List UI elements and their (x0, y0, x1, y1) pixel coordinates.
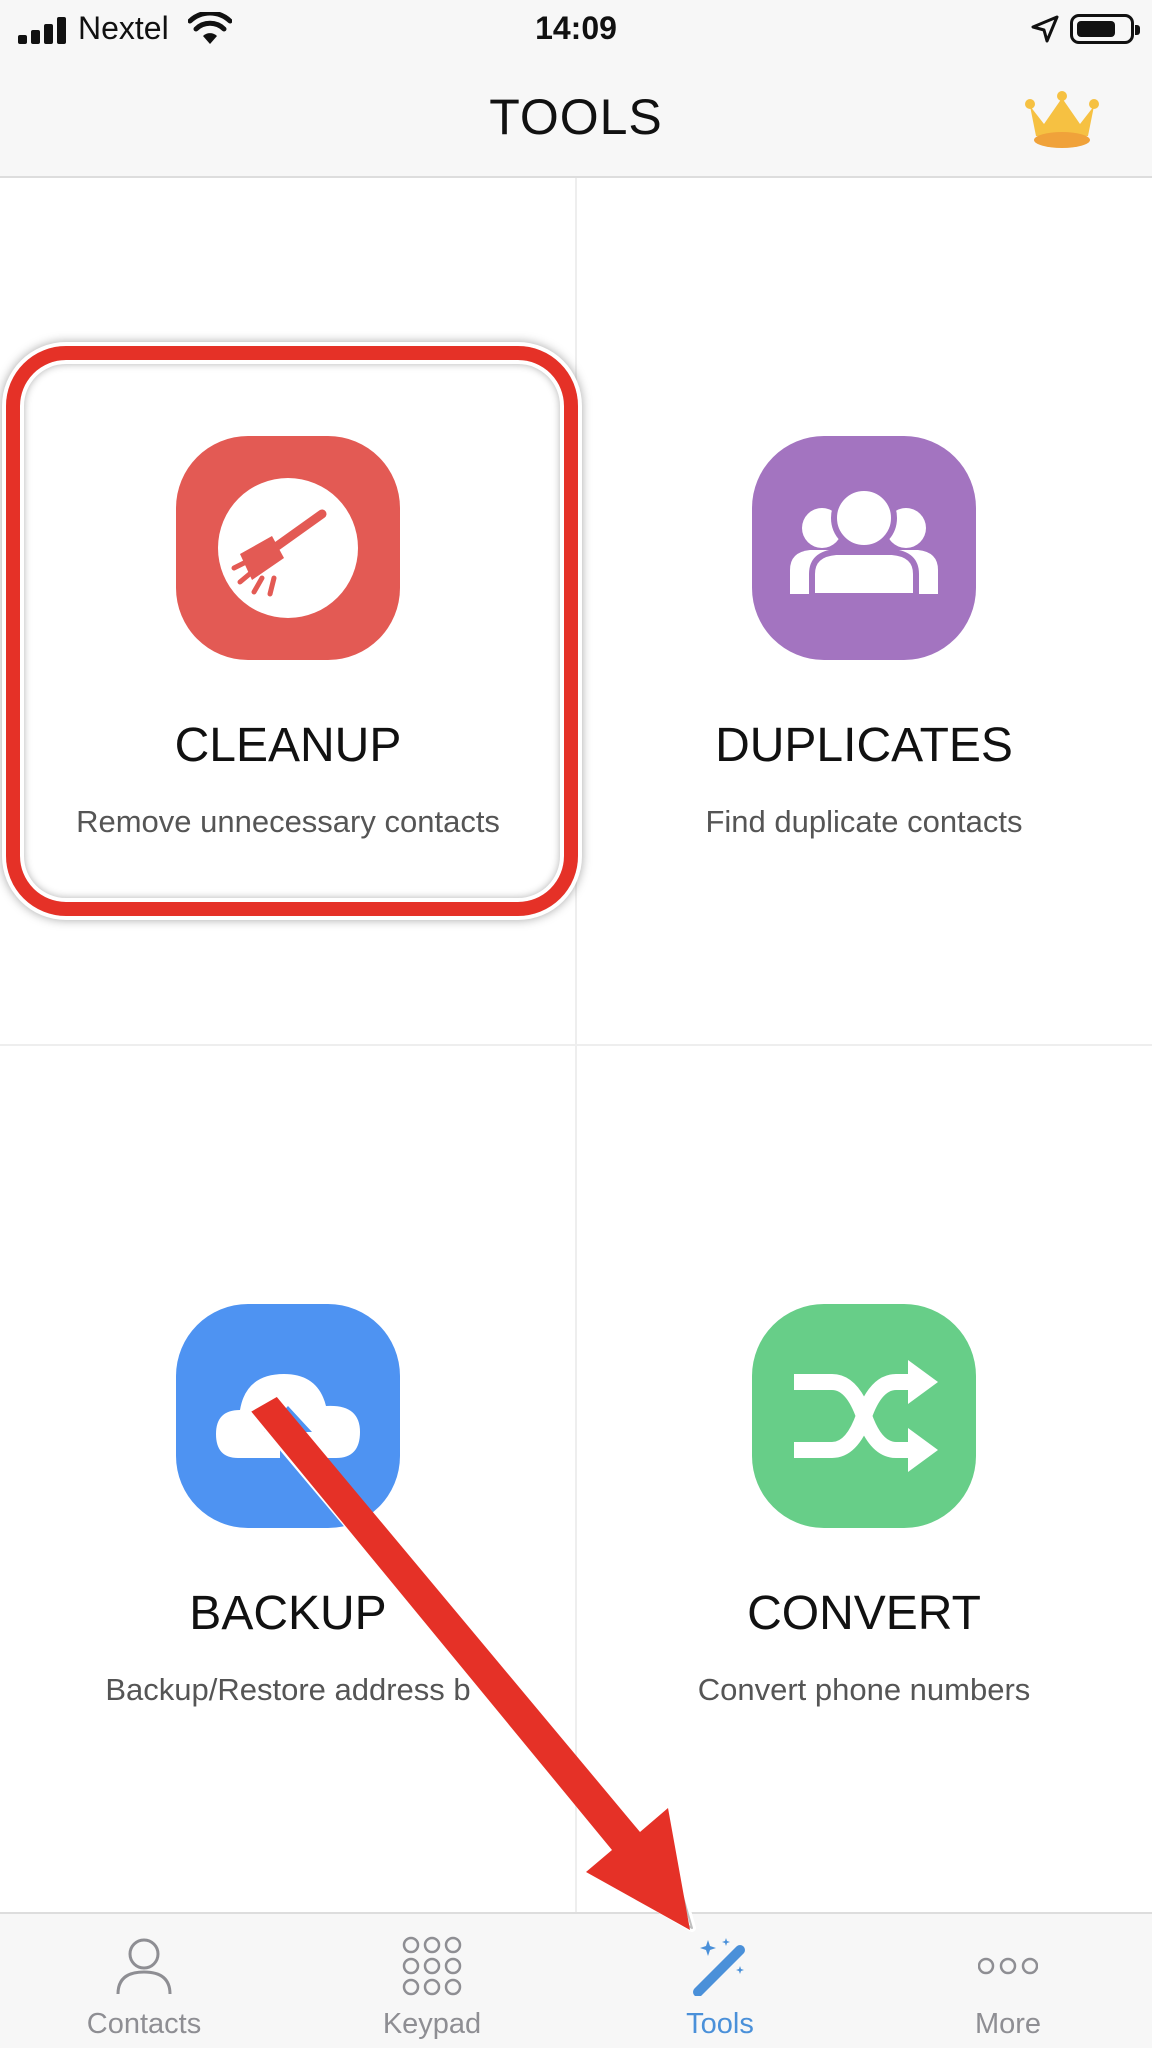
status-time: 14:09 (535, 10, 617, 46)
tab-label: Tools (686, 2008, 754, 2040)
tool-duplicates[interactable]: DUPLICATES Find duplicate contacts (576, 178, 1152, 1044)
tool-subtitle: Find duplicate contacts (705, 804, 1023, 839)
backup-icon-box (176, 1304, 400, 1528)
battery-icon (1070, 14, 1140, 44)
tab-bar: Contacts Keypad Tools More (0, 1912, 1152, 2048)
tab-label: Contacts (86, 2008, 202, 2040)
location-arrow-icon (1031, 15, 1059, 43)
convert-icon-box (752, 1304, 976, 1528)
magic-wand-icon (693, 1938, 745, 1996)
page-title: TOOLS (489, 89, 663, 145)
cleanup-highlight-annotation (6, 346, 578, 916)
tool-subtitle: Convert phone numbers (697, 1672, 1031, 1707)
tool-backup[interactable]: BACKUP Backup/Restore address b (0, 1046, 576, 1912)
tool-title: DUPLICATES (715, 719, 1013, 772)
tab-label: More (974, 2008, 1042, 2040)
people-icon (790, 485, 938, 599)
person-icon (116, 1938, 172, 1995)
tab-more[interactable]: More (864, 1914, 1152, 2048)
tab-contacts[interactable]: Contacts (0, 1914, 288, 2048)
navigation-bar: TOOLS (0, 60, 1152, 178)
tool-subtitle: Backup/Restore address b (105, 1672, 471, 1707)
crown-icon[interactable] (1024, 88, 1100, 152)
tab-keypad[interactable]: Keypad (288, 1914, 576, 2048)
shuffle-icon (794, 1360, 938, 1472)
tool-convert[interactable]: CONVERT Convert phone numbers (576, 1046, 1152, 1912)
tool-title: CONVERT (747, 1587, 981, 1640)
duplicates-icon-box (752, 436, 976, 660)
more-dots-icon (978, 1957, 1038, 1975)
cloud-upload-icon (216, 1374, 360, 1460)
tool-title: BACKUP (189, 1587, 387, 1640)
status-bar: Nextel 14:09 (0, 0, 1152, 60)
tab-label: Keypad (382, 2008, 482, 2040)
keypad-icon (402, 1936, 462, 1996)
tab-tools[interactable]: Tools (576, 1914, 864, 2048)
